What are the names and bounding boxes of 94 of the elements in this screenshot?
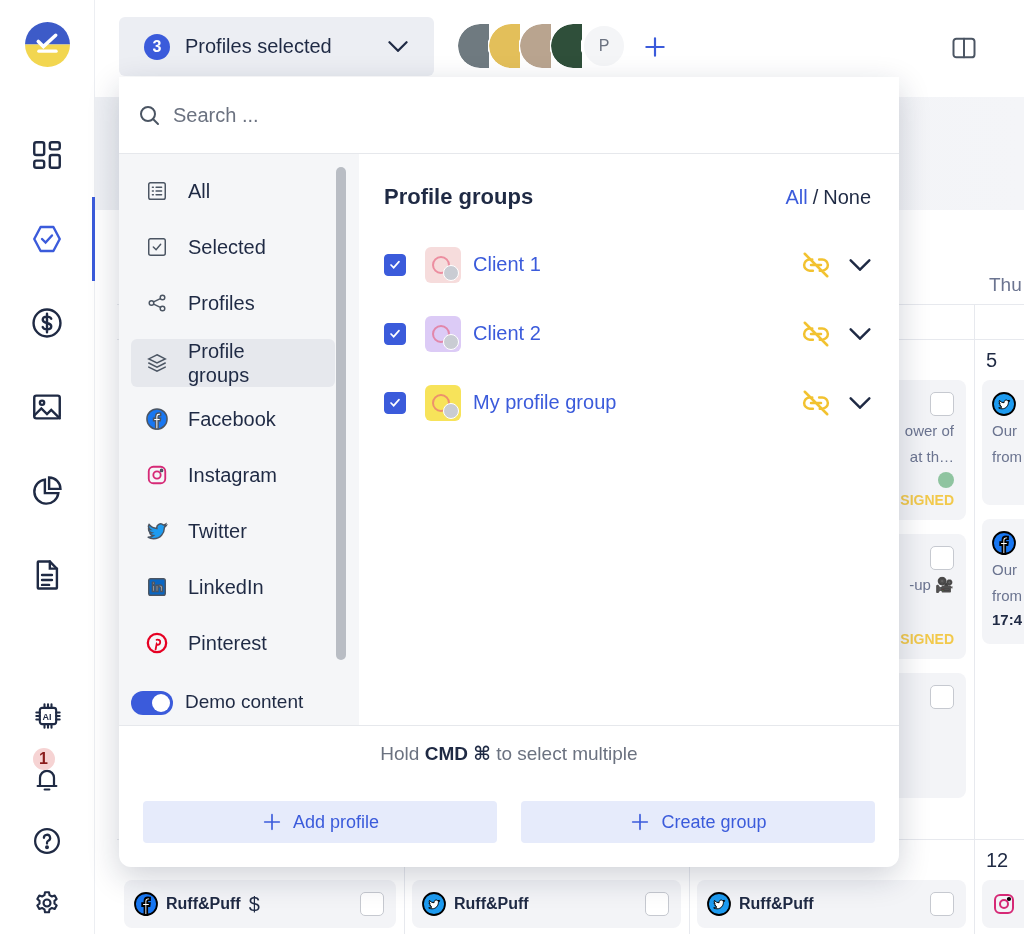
search-icon (137, 103, 161, 127)
link-off-icon (801, 318, 831, 349)
filter-item[interactable]: Instagram (131, 455, 335, 495)
chevron-down-icon (849, 258, 871, 271)
group-name[interactable]: Client 2 (473, 322, 801, 345)
paid-label: $ (248, 892, 260, 916)
link-off-icon (801, 249, 831, 280)
selector-label: Profiles selected (185, 35, 333, 58)
facebook-icon (134, 892, 158, 916)
twitter-icon (146, 520, 168, 542)
post-text: Our (992, 560, 1018, 580)
checkbox[interactable] (930, 892, 954, 916)
checkbox[interactable] (930, 392, 954, 416)
facebook-icon (992, 531, 1016, 555)
chevron-down-icon (849, 327, 871, 340)
scroll-bar[interactable] (336, 167, 346, 660)
filter-item[interactable]: Profiles (131, 283, 335, 323)
post-card[interactable]: Ruff&Puff (412, 880, 681, 928)
post-text: at th… (908, 447, 954, 467)
checkbox[interactable] (360, 892, 384, 916)
post-card[interactable]: Our from 17:4 (982, 519, 1024, 644)
avatar[interactable]: P (582, 24, 626, 68)
day-number: 12 (986, 848, 1009, 872)
add-profile-button[interactable]: Add profile (143, 801, 497, 843)
checkbox[interactable] (384, 322, 406, 345)
separator: / (812, 185, 819, 209)
filter-item[interactable]: Twitter (131, 511, 335, 551)
avatar-photo[interactable] (458, 24, 489, 68)
post-text: from (992, 447, 1023, 467)
group-name[interactable]: My profile group (473, 391, 801, 414)
hint-text: Hold CMD ⌘ to select multiple (380, 742, 638, 765)
dashboard-icon (30, 138, 64, 172)
section-heading: Profile groups (384, 184, 534, 210)
ai-button[interactable]: AI (0, 686, 95, 748)
pie-chart-icon (30, 474, 64, 508)
filter-item[interactable]: All (131, 171, 335, 211)
notification-badge: 1 (32, 748, 55, 770)
post-text: ower of (903, 421, 954, 441)
filter-item[interactable]: Pinterest (131, 623, 335, 663)
author-name: Ruff&Puff (739, 895, 814, 913)
add-button[interactable] (642, 34, 668, 60)
filter-item[interactable]: Profile groups (131, 339, 335, 387)
checkbox[interactable] (930, 685, 954, 709)
filter-item[interactable]: Selected (131, 227, 335, 267)
group-name[interactable]: Client 1 (473, 253, 801, 276)
checkbox-icon (146, 236, 168, 258)
checkbox[interactable] (384, 391, 406, 414)
author-name: Ruff&Puff (166, 895, 241, 913)
create-group-button[interactable]: Create group (521, 801, 875, 843)
twitter-icon (707, 892, 731, 916)
weekday-label: Thu (989, 274, 1022, 296)
pinterest-icon (146, 632, 168, 654)
twitter-icon (992, 392, 1016, 416)
select-none-link[interactable]: None (823, 185, 871, 209)
post-text: -up 🎥 (908, 575, 954, 595)
day-number: 5 (986, 348, 998, 372)
twitter-icon (422, 892, 446, 916)
chevron-down-icon (849, 396, 871, 409)
post-card[interactable]: Our from (982, 380, 1024, 505)
select-all-link[interactable]: All (785, 185, 808, 209)
post-card[interactable]: Ruff&Puff $ (124, 880, 396, 928)
link-off-icon (801, 387, 831, 418)
linkedin-icon (146, 576, 168, 598)
help-icon (32, 826, 62, 856)
list-icon (146, 180, 168, 202)
count-badge: 3 (144, 33, 170, 60)
filter-item[interactable]: Facebook (131, 399, 335, 439)
logo[interactable] (24, 22, 70, 67)
checkbox[interactable] (384, 253, 406, 276)
post-text: from (992, 586, 1023, 606)
author-name: Ruff&Puff (454, 895, 529, 913)
layers-icon (146, 352, 168, 374)
instagram-icon (146, 464, 168, 486)
toggle-switch[interactable] (131, 691, 173, 715)
dollar-icon (30, 306, 64, 340)
post-time: 17:4 (992, 611, 1024, 628)
checkbox[interactable] (645, 892, 669, 916)
share-icon (146, 292, 168, 314)
chip-icon (33, 702, 62, 730)
facebook-icon (146, 408, 168, 430)
post-card[interactable]: Ruff&Puff (697, 880, 966, 928)
checkbox[interactable] (930, 546, 954, 570)
filter-item[interactable]: LinkedIn (131, 567, 335, 607)
chevron-down-icon (388, 41, 408, 52)
profile-selector[interactable]: 3 Profiles selected (119, 17, 434, 76)
status-label: SIGNED (899, 492, 954, 508)
search-field[interactable]: Search ... (171, 102, 881, 128)
plus-icon (642, 34, 668, 60)
instagram-icon (992, 892, 1016, 916)
status-label: SIGNED (899, 631, 954, 647)
notifications-button[interactable]: 1 (0, 748, 95, 810)
avatar-photo[interactable] (551, 24, 582, 68)
post-text: Our (992, 421, 1018, 441)
toggle-label: Demo content (185, 691, 304, 713)
